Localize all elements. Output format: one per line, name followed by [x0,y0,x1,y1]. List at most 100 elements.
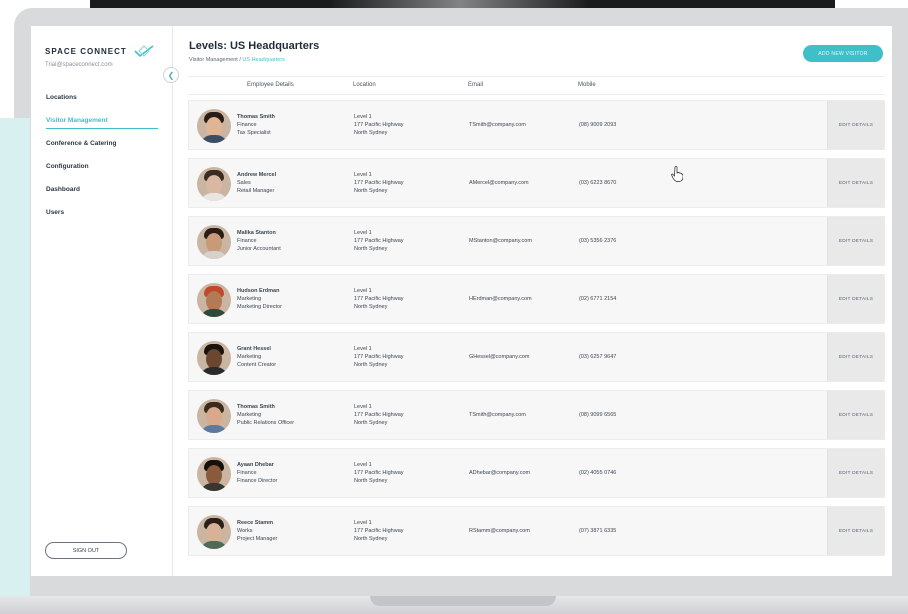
employee-email: TSmith@company.com [469,412,526,418]
employee-details: Ayaan Dhebar Finance Finance Director [237,461,277,485]
employee-name: Grant Hessel [237,346,271,352]
location-address: 177 Pacific Highway [354,354,404,360]
employee-details: Thomas Smith Marketing Public Relations … [237,403,294,427]
brand-logo-icon [134,45,154,58]
employee-location: Level 1 177 Pacific Highway North Sydney [354,229,404,253]
avatar-face [206,349,222,369]
employee-role: Junior Accountant [237,246,281,252]
breadcrumb-separator: / [239,57,241,63]
edit-details-button[interactable]: EDIT DETAILS [827,507,884,555]
edit-details-button[interactable]: EDIT DETAILS [827,159,884,207]
chevron-left-icon[interactable]: ❮ [163,67,179,83]
laptop-base [0,596,908,614]
sidebar-item-dashboard[interactable]: Dashboard [31,178,172,201]
employee-mobile: (08) 9099 6565 [579,412,617,418]
breadcrumb-root[interactable]: Visitor Management [189,57,238,63]
location-address: 177 Pacific Highway [354,122,404,128]
employee-role: Content Creator [237,362,277,368]
location-level: Level 1 [354,520,372,526]
avatar [197,341,231,375]
employee-department: Finance [237,238,257,244]
employee-location: Level 1 177 Pacific Highway North Sydney [354,345,404,369]
brand-name-text: SPACE CONNECT [45,46,127,56]
employee-mobile: (03) 6223 8670 [579,180,617,186]
breadcrumb-current: US Headquarters [242,57,285,63]
employee-role: Tax Specialist [237,130,271,136]
sidebar-item-visitor-management[interactable]: Visitor Management [31,109,172,132]
edit-details-button[interactable]: EDIT DETAILS [827,391,884,439]
employee-mobile: (03) 5356 2376 [579,238,617,244]
location-suburb: North Sydney [354,246,388,252]
hand-cursor-icon [671,166,683,182]
avatar-shirt [200,483,228,491]
edit-details-button[interactable]: EDIT DETAILS [827,217,884,265]
edit-details-button[interactable]: EDIT DETAILS [827,275,884,323]
edit-details-button[interactable]: EDIT DETAILS [827,101,884,149]
avatar-shirt [200,135,228,143]
employee-role: Project Manager [237,536,278,542]
employee-location: Level 1 177 Pacific Highway North Sydney [354,461,404,485]
location-suburb: North Sydney [354,536,388,542]
employee-role: Finance Director [237,478,278,484]
employee-details: Andrew Mercel Sales Retail Manager [237,171,276,195]
sidebar-item-configuration[interactable]: Configuration [31,155,172,178]
account-email: Trial@spaceconnect.com [45,62,113,68]
sidebar-item-users[interactable]: Users [31,201,172,224]
avatar-face [206,117,222,137]
employee-email: MStanton@company.com [469,238,532,244]
employee-details: Grant Hessel Marketing Content Creator [237,345,276,369]
employee-name: Thomas Smith [237,404,275,410]
employee-location: Level 1 177 Pacific Highway North Sydney [354,287,404,311]
employee-mobile: (08) 9009 2093 [579,122,617,128]
location-address: 177 Pacific Highway [354,470,404,476]
main-content: Levels: US Headquarters Visitor Manageme… [173,26,892,576]
sidebar-item-conference-catering[interactable]: Conference & Catering [31,132,172,155]
location-suburb: North Sydney [354,304,388,310]
sidebar: SPACE CONNECT Trial@spaceconnect.com Loc… [31,26,173,576]
employee-location: Level 1 177 Pacific Highway North Sydney [354,171,404,195]
employee-name: Reece Stamm [237,520,274,526]
employee-department: Marketing [237,354,262,360]
avatar-face [206,465,222,485]
employee-details: Hudson Erdman Marketing Marketing Direct… [237,287,282,311]
avatar-face [206,523,222,543]
sidebar-item-locations[interactable]: Locations [31,86,172,109]
edit-details-button[interactable]: EDIT DETAILS [827,333,884,381]
location-address: 177 Pacific Highway [354,296,404,302]
sign-out-button[interactable]: SIGN OUT [45,542,127,559]
employee-mobile: (07) 3871 6335 [579,528,617,534]
avatar [197,167,231,201]
employee-email: ADhebar@company.com [469,470,531,476]
app-screen: SPACE CONNECT Trial@spaceconnect.com Loc… [31,26,892,576]
employee-department: Marketing [237,412,262,418]
employee-email: AMercel@company.com [469,180,529,186]
avatar-shirt [200,251,228,259]
employee-name: Malika Stanton [237,230,276,236]
location-address: 177 Pacific Highway [354,238,404,244]
employee-mobile: (03) 6257 9647 [579,354,617,360]
employee-table: Thomas Smith Finance Tax Specialist Leve… [188,100,885,564]
table-header: Employee Details Location Email Mobile [188,76,885,95]
location-suburb: North Sydney [354,362,388,368]
table-row: Ayaan Dhebar Finance Finance Director Le… [188,448,885,498]
table-row: Hudson Erdman Marketing Marketing Direct… [188,274,885,324]
employee-role: Retail Manager [237,188,275,194]
column-header-mobile: Mobile [578,82,596,88]
avatar-shirt [200,367,228,375]
employee-department: Marketing [237,296,262,302]
location-level: Level 1 [354,230,372,236]
employee-mobile: (02) 4055 0746 [579,470,617,476]
employee-location: Level 1 177 Pacific Highway North Sydney [354,113,404,137]
employee-location: Level 1 177 Pacific Highway North Sydney [354,403,404,427]
location-level: Level 1 [354,288,372,294]
employee-location: Level 1 177 Pacific Highway North Sydney [354,519,404,543]
avatar-face [206,291,222,311]
background-accent [0,118,30,596]
location-level: Level 1 [354,114,372,120]
table-row: Reece Stamm Works Project Manager Level … [188,506,885,556]
add-new-visitor-button[interactable]: ADD NEW VISITOR [803,45,883,62]
avatar [197,457,231,491]
edit-details-button[interactable]: EDIT DETAILS [827,449,884,497]
location-level: Level 1 [354,346,372,352]
location-address: 177 Pacific Highway [354,180,404,186]
